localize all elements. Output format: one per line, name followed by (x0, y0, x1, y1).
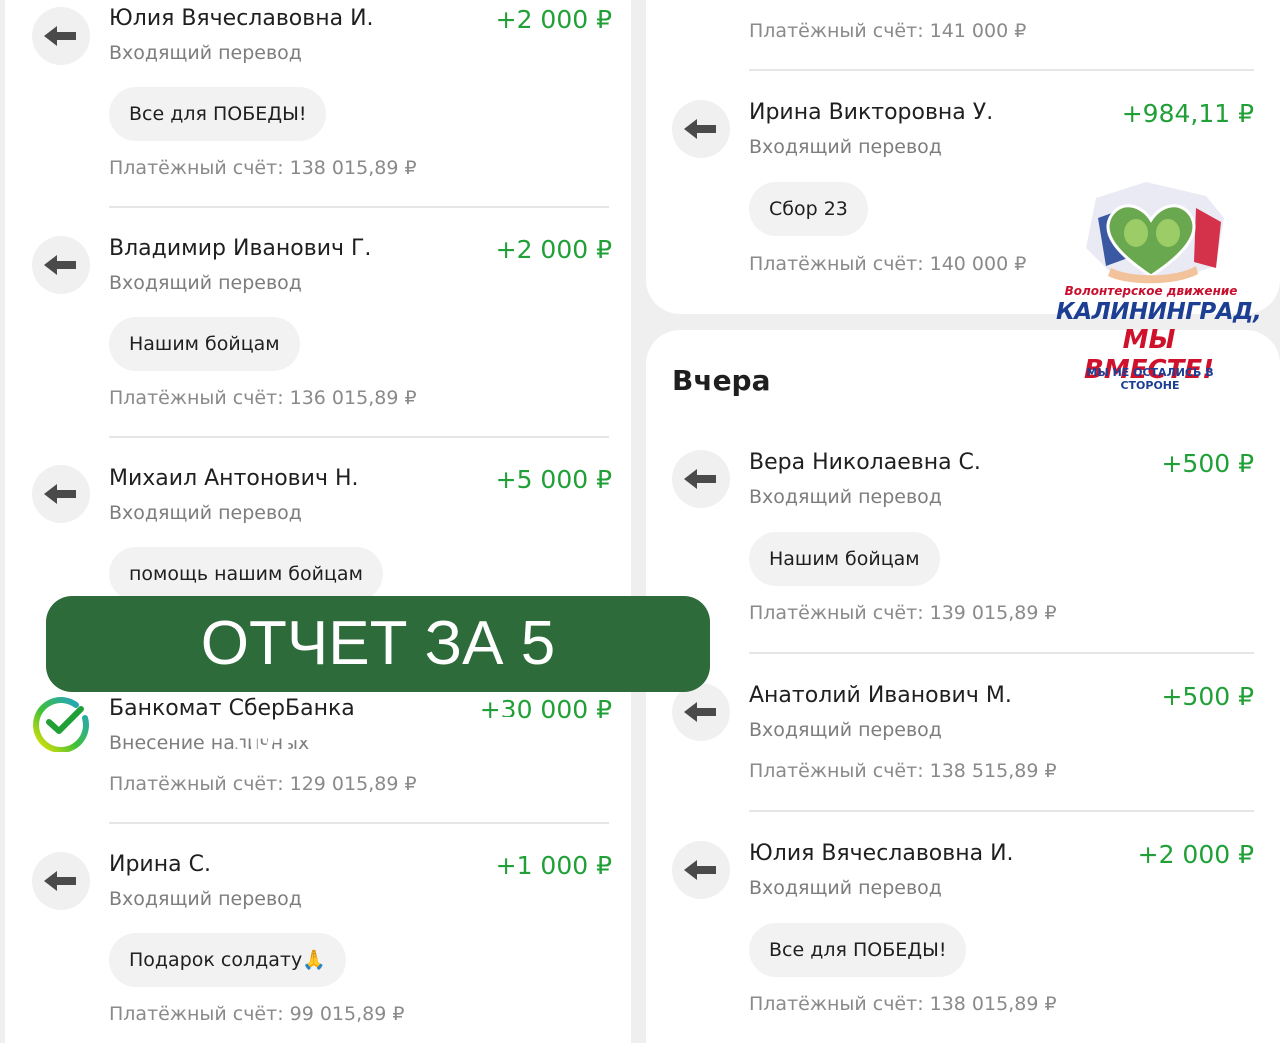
sender-name: Ирина Викторовна У. (749, 100, 994, 125)
transaction-item[interactable]: Михаил Антонович Н. +5 000 ₽ Входящий пе… (32, 460, 612, 601)
transaction-item[interactable]: Юлия Вячеславовна И. +2 000 ₽ Входящий п… (32, 0, 612, 200)
sender-name: Михаил Антонович Н. (109, 466, 359, 491)
transaction-type: Входящий перевод (749, 136, 942, 158)
report-banner: ОТЧЕТ ЗА 5 ФЕВРАЛЯ (46, 596, 710, 774)
account-balance: Платёжный счёт: 138 515,89 ₽ (749, 760, 1057, 782)
account-balance: Платёжный счёт: 138 015,89 ₽ (109, 157, 417, 179)
amount: +1 000 ₽ (495, 851, 612, 880)
amount: +2 000 ₽ (495, 235, 612, 264)
message-chip: Все для ПОБЕДЫ! (109, 87, 327, 141)
divider (109, 436, 609, 438)
sender-name: Владимир Иванович Г. (109, 236, 372, 261)
divider (749, 652, 1254, 654)
transaction-type: Входящий перевод (109, 888, 302, 910)
amount: +5 000 ₽ (495, 465, 612, 494)
amount: +2 000 ₽ (1137, 840, 1254, 869)
message-chip: Нашим бойцам (749, 532, 940, 586)
sender-name: Юлия Вячеславовна И. (109, 6, 374, 31)
sender-name: Юлия Вячеславовна И. (749, 841, 1014, 866)
volunteer-movement-logo: Волонтерское движение КАЛИНИНГРАД, МЫ ВМ… (1056, 178, 1262, 392)
transaction-type: Входящий перевод (109, 272, 302, 294)
arrow-left-icon (672, 450, 730, 508)
right-bottom-transaction-list: Вчера Вера Николаевна С. +500 ₽ Входящий… (646, 330, 1280, 1043)
transaction-item[interactable]: Вера Николаевна С. +500 ₽ Входящий перев… (672, 444, 1254, 634)
divider (109, 206, 609, 208)
section-title-yesterday: Вчера (672, 364, 771, 397)
arrow-left-icon (32, 465, 90, 523)
divider (109, 822, 609, 824)
amount: +500 ₽ (1161, 449, 1254, 478)
arrow-left-icon (32, 852, 90, 910)
transaction-type: Входящий перевод (109, 42, 302, 64)
transaction-type: Входящий перевод (749, 486, 942, 508)
logo-line-1: Волонтерское движение (1064, 284, 1238, 298)
account-balance: Платёжный счёт: 140 000 ₽ (749, 253, 1027, 275)
arrow-left-icon (32, 7, 90, 65)
account-balance: Платёжный счёт: 138 015,89 ₽ (749, 993, 1057, 1015)
sender-name: Ирина С. (109, 852, 211, 877)
arrow-left-icon (672, 100, 730, 158)
arrow-left-icon (32, 236, 90, 294)
divider (749, 69, 1254, 71)
sender-name: Вера Николаевна С. (749, 450, 981, 475)
arrow-left-icon (672, 841, 730, 899)
transaction-type: Входящий перевод (749, 719, 942, 741)
amount: +2 000 ₽ (495, 5, 612, 34)
account-balance: Платёжный счёт: 136 015,89 ₽ (109, 387, 417, 409)
message-chip: Сбор 23 (749, 182, 868, 236)
sberbank-logo-icon (32, 694, 90, 752)
message-chip: Нашим бойцам (109, 317, 300, 371)
sender-name: Анатолий Иванович М. (749, 683, 1012, 708)
message-chip: помощь нашим бойцам (109, 547, 383, 601)
amount: +500 ₽ (1161, 682, 1254, 711)
account-balance: Платёжный счёт: 141 000 ₽ (749, 20, 1027, 42)
amount: +984,11 ₽ (1121, 99, 1254, 128)
transaction-item[interactable]: Ирина С. +1 000 ₽ Входящий перевод Подар… (32, 846, 612, 1036)
logo-line-2: КАЛИНИНГРАД, (1056, 299, 1262, 325)
logo-line-4: МЫ НЕ ОСТАЛИСЬ В СТОРОНЕ (1086, 366, 1214, 392)
divider (749, 810, 1254, 812)
left-transaction-list: Юлия Вячеславовна И. +2 000 ₽ Входящий п… (5, 0, 631, 1043)
account-balance: Платёжный счёт: 139 015,89 ₽ (749, 602, 1057, 624)
heart-emblem-icon (1086, 182, 1224, 284)
transaction-item[interactable]: Юлия Вячеславовна И. +2 000 ₽ Входящий п… (672, 835, 1254, 1035)
transaction-item[interactable]: Анатолий Иванович М. +500 ₽ Входящий пер… (672, 677, 1254, 797)
account-balance: Платёжный счёт: 99 015,89 ₽ (109, 1003, 405, 1025)
transaction-item[interactable]: Владимир Иванович Г. +2 000 ₽ Входящий п… (32, 230, 612, 420)
message-chip: Все для ПОБЕДЫ! (749, 923, 967, 977)
transaction-type: Входящий перевод (109, 502, 302, 524)
message-chip: Подарок солдату🙏 (109, 933, 346, 987)
transaction-type: Входящий перевод (749, 877, 942, 899)
